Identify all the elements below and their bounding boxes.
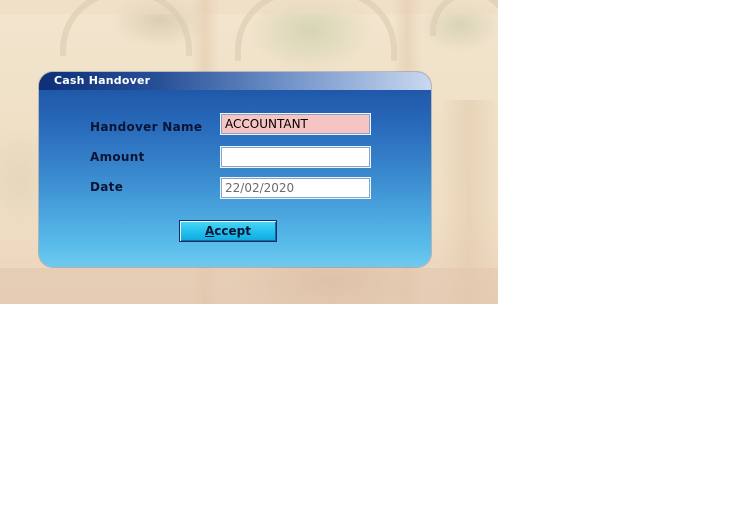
handover-name-label: Handover Name — [90, 120, 203, 134]
dialog-titlebar[interactable]: Cash Handover — [39, 72, 431, 90]
background-arch — [235, 0, 397, 61]
handover-name-field[interactable]: ACCOUNTANT — [220, 113, 371, 135]
accept-mnemonic: A — [205, 224, 215, 238]
cash-handover-dialog: Cash Handover Handover Name ACCOUNTANT A… — [39, 72, 431, 267]
background-band — [0, 268, 498, 304]
background-arch — [60, 0, 192, 56]
date-label: Date — [90, 180, 124, 194]
date-field[interactable]: 22/02/2020 — [220, 177, 371, 199]
amount-label: Amount — [90, 150, 145, 164]
accept-label: ccept — [214, 224, 251, 238]
background-arch — [430, 0, 498, 36]
amount-field[interactable] — [220, 146, 371, 168]
dialog-title: Cash Handover — [54, 74, 151, 87]
accept-button[interactable]: Accept — [179, 220, 277, 242]
